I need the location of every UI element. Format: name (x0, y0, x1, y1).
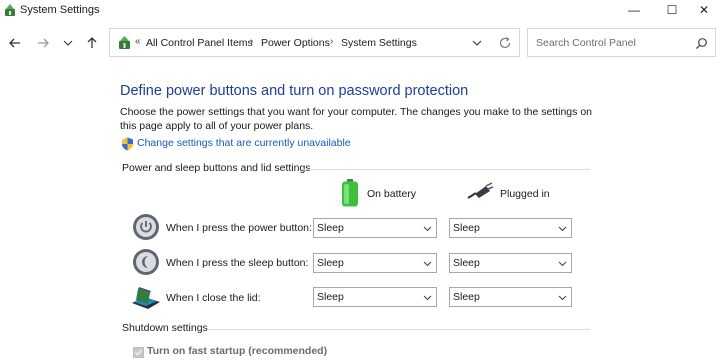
fast-startup-checkbox[interactable] (133, 347, 144, 358)
power-button-label: When I press the power button: (166, 222, 312, 234)
uac-shield-icon (122, 137, 133, 151)
checkmark-icon (135, 349, 143, 356)
select-value: Sleep (453, 222, 480, 234)
search-icon[interactable] (695, 37, 708, 50)
sleep-button-icon (133, 249, 159, 275)
sleep-button-label: When I press the sleep button: (166, 257, 309, 269)
navigation-bar: « All Control Panel Items › Power Option… (0, 22, 721, 64)
column-plugged-in: Plugged in (500, 188, 550, 200)
back-arrow-icon (9, 38, 20, 48)
minimize-icon: — (628, 3, 640, 17)
select-value: Sleep (453, 257, 480, 269)
main-content: Define power buttons and turn on passwor… (0, 64, 721, 360)
back-button[interactable] (6, 34, 24, 52)
chevron-down-icon (423, 295, 432, 301)
title-bar: System Settings — ☐ ✕ (0, 0, 721, 22)
column-on-battery: On battery (367, 188, 417, 200)
fast-startup-label: Turn on fast startup (recommended) (147, 345, 328, 357)
forward-button[interactable] (34, 34, 52, 52)
chevron-down-icon (423, 226, 432, 232)
chevron-down-icon (558, 261, 567, 267)
close-lid-plugged-select[interactable]: Sleep (449, 287, 572, 307)
sleep-button-battery-select[interactable]: Sleep (313, 253, 437, 273)
close-button[interactable]: ✕ (687, 0, 721, 20)
power-button-plugged-select[interactable]: Sleep (449, 218, 572, 238)
power-button-icon (133, 214, 159, 240)
control-panel-app-icon (5, 4, 15, 16)
shutdown-group-title: Shutdown settings (122, 322, 208, 334)
power-button-battery-select[interactable]: Sleep (313, 218, 437, 238)
power-group-title: Power and sleep buttons and lid settings (122, 162, 311, 174)
address-bar[interactable]: « All Control Panel Items › Power Option… (109, 28, 520, 57)
breadcrumb-system-settings[interactable]: System Settings (341, 37, 417, 49)
maximize-icon: ☐ (666, 3, 678, 17)
laptop-lid-icon (132, 287, 160, 309)
close-lid-battery-select[interactable]: Sleep (313, 287, 437, 307)
up-arrow-icon (87, 37, 97, 48)
battery-icon (342, 179, 358, 207)
search-input[interactable]: Search Control Panel (536, 37, 636, 49)
power-plug-icon (467, 182, 494, 199)
breadcrumb-power-options[interactable]: Power Options (261, 37, 330, 49)
recent-locations-button[interactable] (59, 34, 77, 52)
change-settings-link-text[interactable]: Change settings that are currently unava… (137, 137, 351, 149)
forward-arrow-icon (38, 38, 49, 48)
chevron-down-icon (558, 226, 567, 232)
chevron-down-icon (423, 261, 432, 267)
page-title: Define power buttons and turn on passwor… (120, 83, 469, 99)
refresh-icon[interactable] (497, 35, 513, 51)
chevron-down-icon (63, 40, 73, 46)
address-overflow[interactable]: « (135, 36, 141, 47)
breadcrumb-all-control-panel-items[interactable]: All Control Panel Items (146, 37, 253, 49)
breadcrumb-separator[interactable]: › (330, 36, 333, 47)
window-title: System Settings (20, 4, 100, 16)
address-dropdown-icon[interactable] (469, 35, 485, 51)
control-panel-icon (119, 36, 130, 49)
close-lid-label: When I close the lid: (166, 292, 261, 304)
search-box[interactable]: Search Control Panel (527, 28, 716, 57)
page-description: Choose the power settings that you want … (120, 106, 592, 132)
select-value: Sleep (317, 257, 344, 269)
select-value: Sleep (317, 222, 344, 234)
up-button[interactable] (83, 34, 101, 52)
group-divider (302, 169, 590, 170)
breadcrumb-separator[interactable]: › (250, 36, 253, 47)
close-icon: ✕ (698, 3, 710, 17)
chevron-down-icon (558, 295, 567, 301)
select-value: Sleep (453, 291, 480, 303)
select-value: Sleep (317, 291, 344, 303)
sleep-button-plugged-select[interactable]: Sleep (449, 253, 572, 273)
group-divider (208, 329, 590, 330)
